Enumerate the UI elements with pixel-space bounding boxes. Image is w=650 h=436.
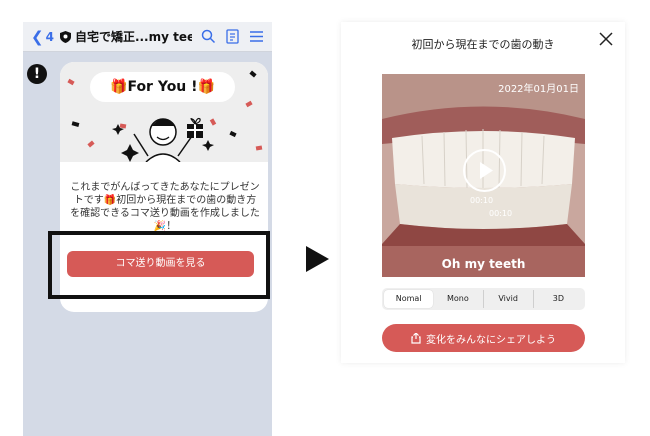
close-icon[interactable] bbox=[597, 30, 615, 48]
share-button[interactable]: 変化をみんなにシェアしよう bbox=[382, 324, 585, 352]
video-date: 2022年01月01日 bbox=[498, 84, 579, 95]
video-time-current: 00:10 bbox=[470, 196, 494, 205]
highlight-frame bbox=[48, 231, 270, 299]
menu-icon[interactable] bbox=[249, 29, 264, 44]
share-label: 変化をみんなにシェアしよう bbox=[426, 334, 556, 346]
play-triangle bbox=[480, 162, 493, 179]
teeth-movement-modal: 初回から現在までの歯の動き 2022年01月01日 00:10 00:10 Oh… bbox=[341, 22, 625, 363]
filter-nomal[interactable]: Nomal bbox=[384, 290, 434, 308]
filter-selector: Nomal Mono Vivid 3D bbox=[382, 288, 585, 310]
search-icon[interactable] bbox=[201, 29, 216, 44]
gift-message-text: これまでがんばってきたあなたにプレゼントです🎁初回から現在までの歯の動き方を確認… bbox=[70, 182, 260, 232]
gift-illustration: 🎁For You !🎁 bbox=[60, 62, 268, 163]
right-arrow-icon bbox=[306, 246, 329, 272]
play-icon[interactable] bbox=[463, 149, 506, 192]
exclamation-icon: ! bbox=[27, 64, 47, 84]
chat-title: 自宅で矯正...my teeth bbox=[74, 30, 192, 44]
teeth-video[interactable]: 2022年01月01日 00:10 00:10 Oh my teeth bbox=[382, 74, 585, 277]
filter-3d[interactable]: 3D bbox=[534, 290, 583, 308]
video-time-total: 00:10 bbox=[489, 209, 513, 218]
note-icon[interactable] bbox=[225, 29, 240, 44]
filter-mono[interactable]: Mono bbox=[433, 290, 484, 308]
back-count[interactable]: 4 bbox=[46, 30, 54, 44]
shield-icon bbox=[59, 30, 71, 43]
filter-vivid[interactable]: Vivid bbox=[484, 290, 534, 308]
chat-screen: ❮ 4 自宅で矯正...my teeth ! bbox=[23, 22, 272, 436]
brand-watermark: Oh my teeth bbox=[441, 257, 526, 271]
chevron-left-icon[interactable]: ❮ bbox=[31, 28, 44, 46]
share-icon bbox=[411, 332, 421, 344]
chat-header: ❮ 4 自宅で矯正...my teeth bbox=[23, 22, 272, 52]
modal-title: 初回から現在までの歯の動き bbox=[411, 38, 555, 51]
for-you-banner: 🎁For You !🎁 bbox=[90, 72, 235, 102]
